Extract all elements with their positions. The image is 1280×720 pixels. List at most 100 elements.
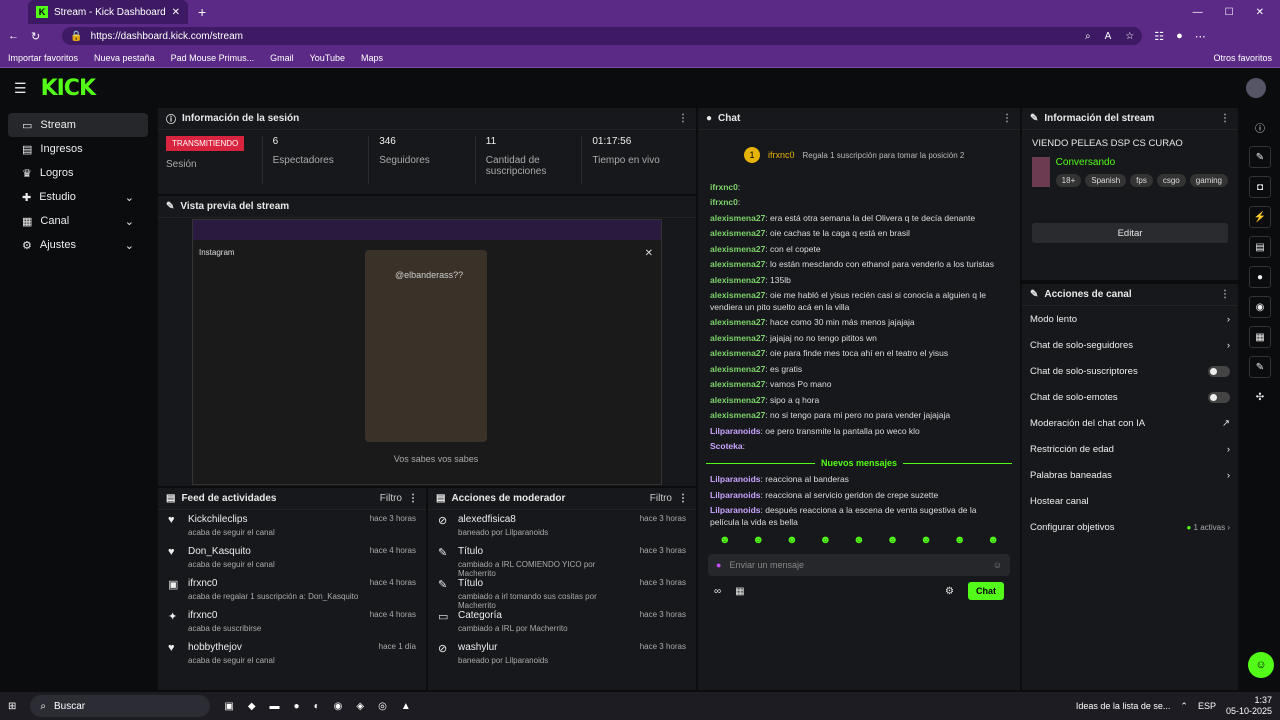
sidebar-item-ajustes[interactable]: ⚙ Ajustes ⌄	[8, 233, 148, 257]
sidebar-item-estudio[interactable]: ✚ Estudio ⌄	[8, 185, 148, 209]
app-icon[interactable]: ◎	[378, 701, 387, 712]
steam-icon[interactable]: ◈	[356, 701, 364, 712]
bookmark-gmail[interactable]: Gmail	[270, 53, 294, 63]
settings-icon[interactable]: ∞	[714, 586, 721, 597]
store-icon[interactable]: ▦	[735, 586, 744, 597]
avatar[interactable]	[1246, 78, 1266, 98]
chat-username[interactable]: Lilparanoids	[710, 505, 761, 515]
gear-icon[interactable]: ⚙	[945, 586, 954, 597]
chat-username[interactable]: alexismena27	[710, 395, 765, 405]
chat-username[interactable]: alexismena27	[710, 348, 765, 358]
sidebar-item-ingresos[interactable]: ▤ Ingresos	[8, 137, 148, 161]
stream-preview[interactable]: Instagram ✕ @elbanderass?? Vos sabes vos…	[192, 219, 662, 485]
more-icon[interactable]: ⋮	[678, 113, 688, 124]
sidebar-item-logros[interactable]: ♛ Logros	[8, 161, 148, 185]
app-icon[interactable]: ◉	[334, 701, 343, 712]
action-emotes-only[interactable]: Chat de solo-emotes	[1022, 384, 1238, 410]
more-icon[interactable]: ⋮	[1002, 113, 1012, 124]
bookmark-maps[interactable]: Maps	[361, 53, 383, 63]
taskbar-search[interactable]: ⌕ Buscar	[30, 695, 211, 717]
address-bar[interactable]: 🔒 https://dashboard.kick.com/stream ⌕ A ☆	[62, 27, 1143, 45]
chat-username[interactable]: alexismena27	[710, 259, 765, 269]
maximize-icon[interactable]: ☐	[1225, 7, 1234, 18]
list-icon[interactable]: ▤	[1249, 236, 1271, 258]
collections-icon[interactable]: ☷	[1154, 30, 1164, 43]
more-icon[interactable]: ⋮	[678, 493, 688, 504]
close-tab-icon[interactable]: ✕	[172, 7, 180, 18]
windows-start-icon[interactable]: ⊞	[8, 701, 16, 712]
edit-icon[interactable]: ✎	[1249, 146, 1271, 168]
reload-icon[interactable]: ↻	[31, 30, 40, 43]
camera-icon[interactable]: ◘	[1249, 176, 1271, 198]
minimize-icon[interactable]: —	[1193, 7, 1203, 18]
task-view-icon[interactable]: ▣	[224, 701, 233, 712]
chat-username[interactable]: alexismena27	[710, 364, 765, 374]
other-favorites[interactable]: Otros favoritos	[1213, 53, 1272, 63]
bookmark-youtube[interactable]: YouTube	[310, 53, 345, 63]
chat-username[interactable]: alexismena27	[710, 275, 765, 285]
chat-username[interactable]: alexismena27	[710, 244, 765, 254]
read-aloud-icon[interactable]: A	[1105, 31, 1112, 42]
chat-username[interactable]: Scoteka	[710, 441, 743, 451]
hamburger-icon[interactable]: ☰	[14, 80, 27, 97]
action-ai-moderation[interactable]: Moderación del chat con IA ↗	[1022, 410, 1238, 436]
app-icon[interactable]: ◆	[248, 701, 256, 712]
help-bubble-icon[interactable]: ☺	[1248, 652, 1274, 678]
feed-filter-button[interactable]: Filtro	[380, 493, 402, 504]
category-name[interactable]: Conversando	[1056, 157, 1228, 168]
clock-date[interactable]: 05-10-2025	[1226, 706, 1272, 717]
apps-icon[interactable]: ✣	[1249, 386, 1271, 408]
close-window-icon[interactable]: ✕	[1256, 7, 1264, 18]
favorite-star-icon[interactable]: ☆	[1125, 31, 1134, 42]
action-subs-only[interactable]: Chat de solo-suscriptores	[1022, 358, 1238, 384]
action-host[interactable]: Hostear canal	[1022, 488, 1238, 514]
chat-bubble-icon[interactable]: ●	[1249, 266, 1271, 288]
browser-tab[interactable]: K Stream - Kick Dashboard ✕	[28, 0, 188, 24]
more-icon[interactable]: ⋮	[1220, 289, 1230, 300]
app-icon[interactable]: ●	[294, 701, 300, 712]
chat-username[interactable]: alexismena27	[710, 410, 765, 420]
notification-text[interactable]: Ideas de la lista de se...	[1076, 701, 1171, 711]
back-icon[interactable]: ←	[8, 30, 19, 42]
app-icon[interactable]: ▲	[401, 701, 411, 712]
bookmark-newtab[interactable]: Nueva pestaña	[94, 53, 155, 63]
wrench-icon[interactable]: ✎	[1249, 356, 1271, 378]
chat-username[interactable]: alexismena27	[710, 379, 765, 389]
action-slow-mode[interactable]: Modo lento ›	[1022, 306, 1238, 332]
folder-icon[interactable]: ▬	[270, 701, 280, 712]
edit-button[interactable]: Editar	[1032, 223, 1228, 243]
chat-username[interactable]: alexismena27	[710, 228, 765, 238]
chat-username[interactable]: alexismena27	[710, 333, 765, 343]
clock-time[interactable]: 1:37	[1226, 695, 1272, 706]
emote-bar[interactable]: ☻ ☻ ☻ ☻ ☻ ☻ ☻ ☻ ☻	[698, 530, 1020, 550]
action-followers-only[interactable]: Chat de solo-seguidores ›	[1022, 332, 1238, 358]
chevron-up-icon[interactable]: ⌃	[1180, 701, 1188, 712]
chat-username[interactable]: alexismena27	[710, 213, 765, 223]
chat-username[interactable]: Lilparanoids	[710, 474, 761, 484]
zoom-icon[interactable]: ⌕	[1085, 31, 1091, 42]
stack-icon[interactable]: ▦	[1249, 326, 1271, 348]
action-age-restriction[interactable]: Restricción de edad ›	[1022, 436, 1238, 462]
lang-indicator[interactable]: ESP	[1198, 701, 1216, 711]
chat-username[interactable]: alexismena27	[710, 290, 765, 300]
broadcast-icon[interactable]: ◉	[1249, 296, 1271, 318]
sidebar-item-canal[interactable]: ▦ Canal ⌄	[8, 209, 148, 233]
mod-filter-button[interactable]: Filtro	[650, 493, 672, 504]
edge-icon[interactable]: ◐	[314, 701, 320, 712]
bookmark-import[interactable]: Importar favoritos	[8, 53, 78, 63]
bookmark-pad[interactable]: Pad Mouse Primus...	[171, 53, 255, 63]
bolt-icon[interactable]: ⚡	[1249, 206, 1271, 228]
chat-username[interactable]: ifrxnc0	[710, 197, 738, 207]
kick-logo[interactable]: KICK	[41, 76, 96, 101]
action-banned-words[interactable]: Palabras baneadas ›	[1022, 462, 1238, 488]
profile-icon[interactable]: ●	[1176, 30, 1183, 42]
action-goals[interactable]: Configurar objetivos ● 1 activas ›	[1022, 514, 1238, 540]
chat-input[interactable]: ● Enviar un mensaje ☺	[708, 554, 1010, 577]
chat-username[interactable]: Lilparanoids	[710, 490, 761, 500]
chat-username[interactable]: ifrxnc0	[710, 182, 738, 192]
info-icon[interactable]: ⓘ	[1249, 116, 1271, 138]
menu-dots-icon[interactable]: ⋯	[1195, 30, 1206, 43]
new-tab-button[interactable]: +	[198, 4, 206, 20]
chat-username[interactable]: Lilparanoids	[710, 426, 761, 436]
chat-username[interactable]: alexismena27	[710, 317, 765, 327]
